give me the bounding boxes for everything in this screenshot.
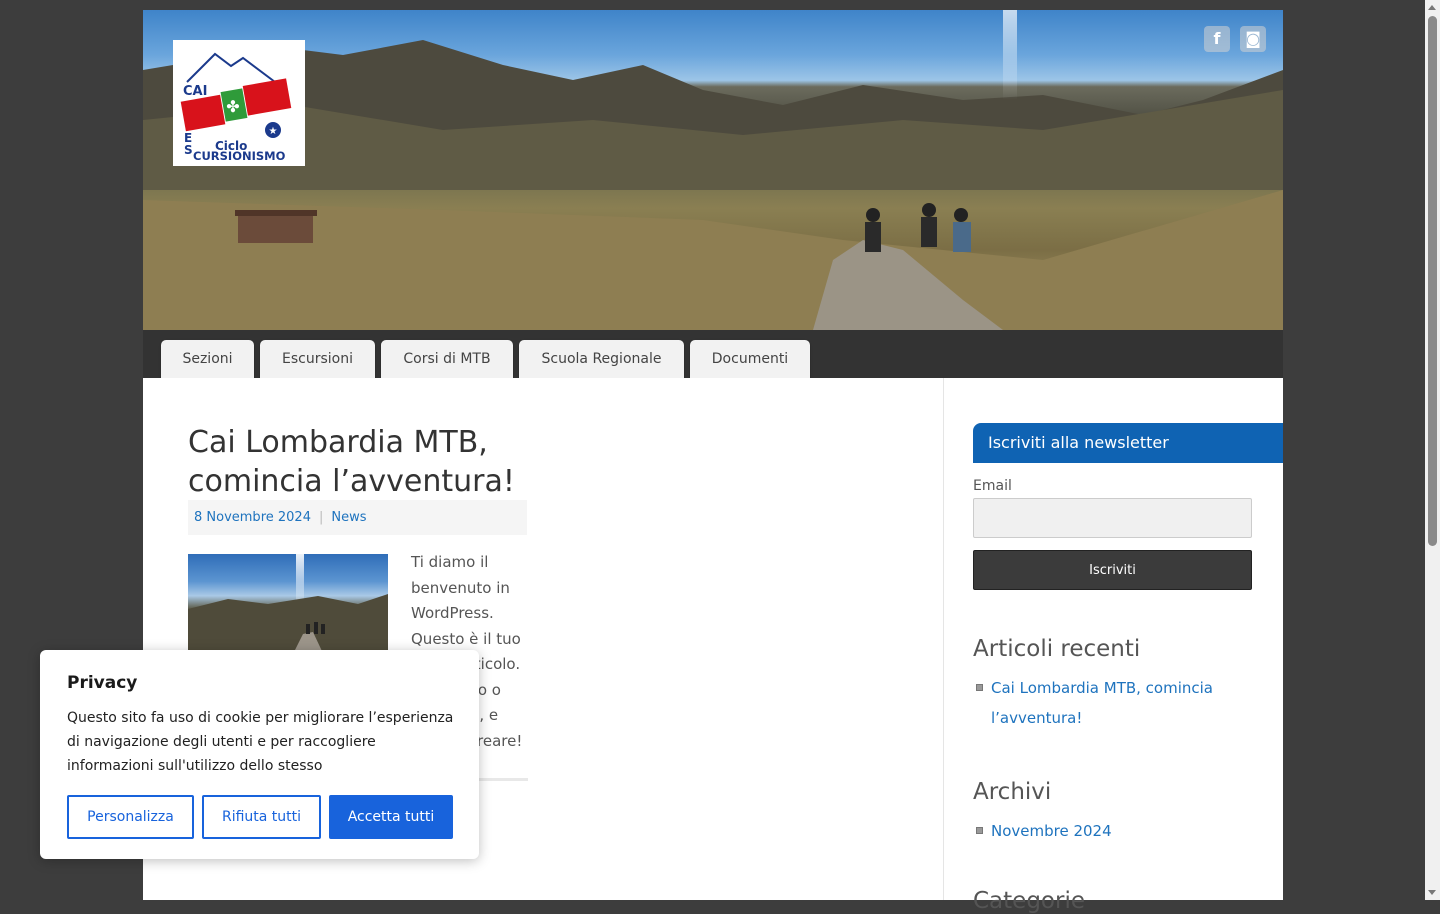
list-bullet [976, 827, 983, 834]
newsletter-widget-title: Iscriviti alla newsletter [973, 423, 1283, 463]
sidebar-divider [943, 378, 944, 900]
post-title[interactable]: Cai Lombardia MTB, comincia l’avventura! [188, 423, 528, 501]
recent-post-link[interactable]: Cai Lombardia MTB, comincia l’avventura! [991, 679, 1213, 727]
post-date-link[interactable]: 8 Novembre 2024 [194, 510, 311, 525]
svg-text:CURSIONISMO: CURSIONISMO [193, 149, 286, 163]
recent-post-item[interactable]: Cai Lombardia MTB, comincia l’avventura! [973, 673, 1253, 733]
subscribe-button[interactable]: Iscriviti [973, 550, 1252, 590]
list-bullet [976, 684, 983, 691]
vertical-scrollbar[interactable] [1425, 0, 1440, 900]
mountain-landscape [143, 40, 1283, 330]
email-label: Email [973, 478, 1012, 494]
nav-item-sezioni[interactable]: Sezioni [161, 340, 254, 378]
post-category-link[interactable]: News [331, 510, 366, 525]
svg-text:S: S [184, 143, 193, 157]
nav-item-escursioni[interactable]: Escursioni [260, 340, 375, 378]
accept-all-button[interactable]: Accetta tutti [329, 795, 453, 839]
categories-title: Categorie [973, 888, 1085, 914]
header-banner: ✤ CAI Ciclo E S CURSIONISMO ★ f ◙ [143, 10, 1283, 330]
nav-item-documenti[interactable]: Documenti [690, 340, 810, 378]
reject-all-button[interactable]: Rifiuta tutti [202, 795, 321, 839]
cookie-title: Privacy [67, 673, 138, 693]
scroll-down-icon[interactable] [1428, 890, 1436, 895]
instagram-icon[interactable]: ◙ [1240, 26, 1266, 52]
post-thumbnail[interactable] [188, 554, 388, 664]
scrollbar-thumb[interactable] [1428, 16, 1437, 546]
nav-item-corsi-mtb[interactable]: Corsi di MTB [381, 340, 513, 378]
meta-separator: | [318, 510, 324, 525]
facebook-icon[interactable]: f [1204, 26, 1230, 52]
email-input[interactable] [973, 498, 1252, 538]
sun-ray [1003, 10, 1017, 100]
svg-text:CAI: CAI [183, 84, 207, 99]
svg-text:★: ★ [269, 126, 278, 137]
nav-item-scuola-regionale[interactable]: Scuola Regionale [519, 340, 684, 378]
scroll-up-icon[interactable] [1428, 5, 1436, 10]
cookie-text: Questo sito fa uso di cookie per miglior… [67, 710, 454, 774]
archives-list: Novembre 2024 [973, 816, 1253, 846]
customize-button[interactable]: Personalizza [67, 795, 194, 839]
recent-posts-list: Cai Lombardia MTB, comincia l’avventura! [973, 673, 1253, 733]
svg-text:✤: ✤ [226, 97, 239, 116]
main-navigation: Sezioni Escursioni Corsi di MTB Scuola R… [143, 330, 1283, 378]
cookie-consent-banner: Privacy Questo sito fa uso di cookie per… [40, 650, 479, 859]
recent-posts-title: Articoli recenti [973, 636, 1141, 662]
archive-link[interactable]: Novembre 2024 [991, 822, 1112, 840]
archive-item[interactable]: Novembre 2024 [973, 816, 1253, 846]
post-meta: 8 Novembre 2024 | News [188, 500, 527, 535]
archives-title: Archivi [973, 779, 1052, 805]
site-logo[interactable]: ✤ CAI Ciclo E S CURSIONISMO ★ [173, 40, 305, 166]
